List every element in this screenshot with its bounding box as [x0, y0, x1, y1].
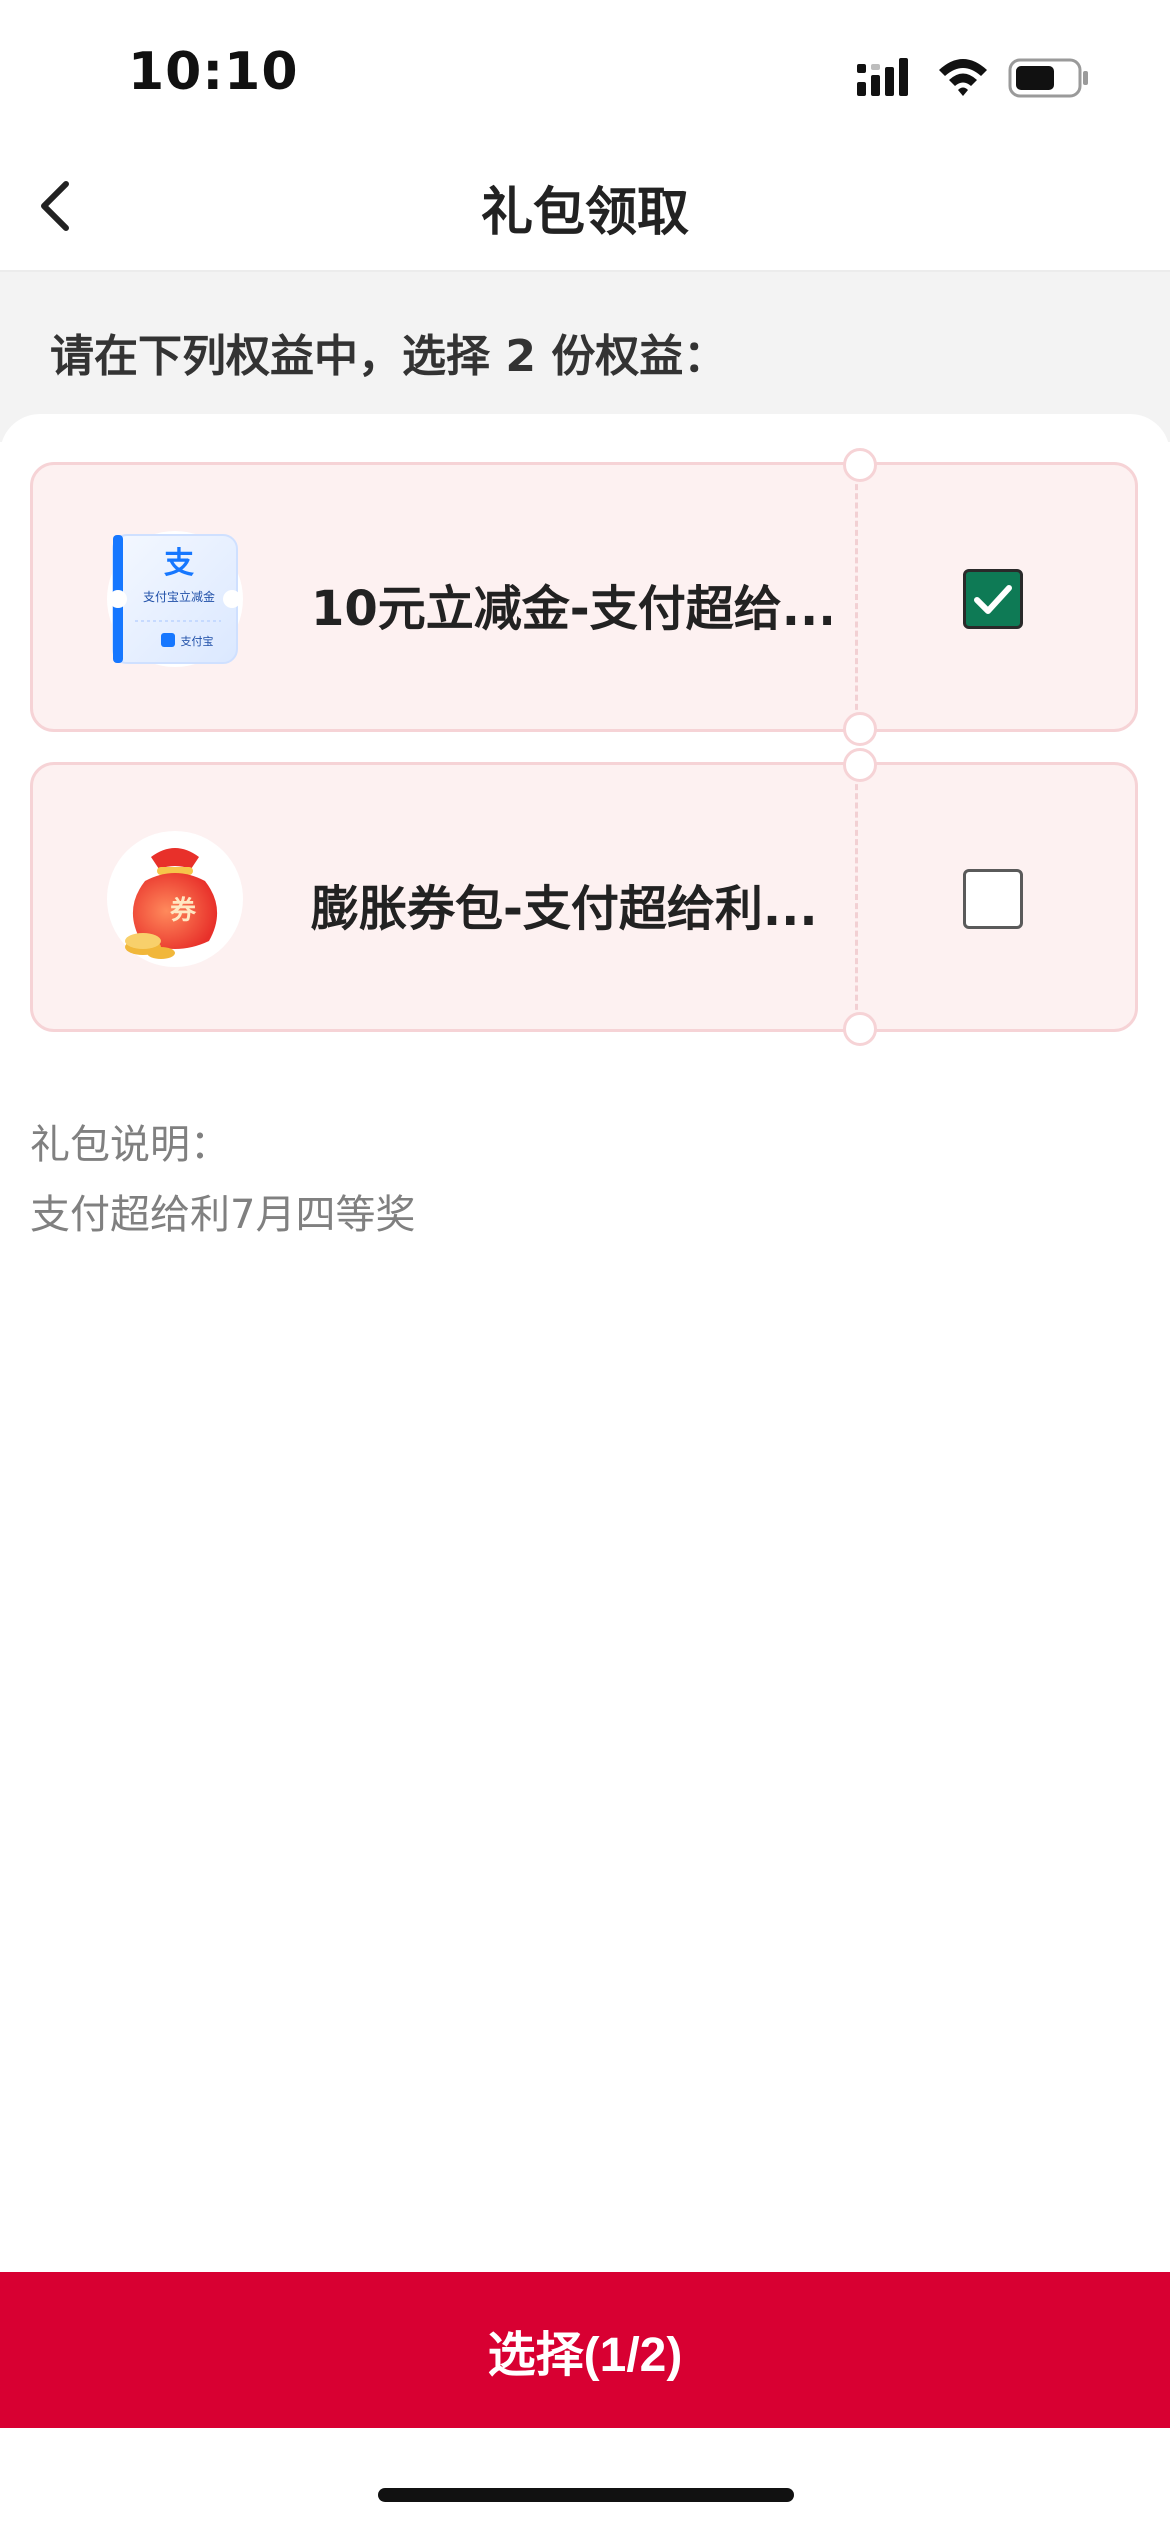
cellular-signal-icon: [857, 58, 908, 96]
card-notch: [843, 1012, 877, 1046]
card-divider: [855, 475, 858, 719]
home-indicator[interactable]: [378, 2488, 794, 2502]
status-bar: 10:10: [0, 0, 1170, 140]
voucher-icon-badge: 支付宝: [181, 634, 214, 648]
checkmark-icon: [974, 585, 1012, 614]
card-notch: [843, 448, 877, 482]
card-notch: [843, 712, 877, 746]
nav-bar: 礼包领取: [0, 140, 1170, 272]
coupon-icon-text: 券: [170, 896, 197, 926]
battery-icon: [1008, 58, 1088, 98]
voucher-icon-text: 支付宝立减金: [143, 589, 215, 604]
instruction-text: 请在下列权益中，选择 2 份权益：: [50, 331, 728, 382]
benefit-checkbox-checked[interactable]: [963, 569, 1023, 629]
wifi-icon: [939, 59, 987, 96]
benefit-card-alipay-voucher[interactable]: 支 支付宝立减金 支付宝 10元立减金-支付超给...: [30, 448, 1138, 746]
svg-text:支: 支: [164, 546, 194, 581]
alipay-discount-voucher-icon: 支 支付宝立减金 支付宝: [107, 531, 243, 667]
gift-description-text: 支付超给利7月四等奖: [30, 1192, 416, 1238]
card-notch: [843, 748, 877, 782]
gift-description-label: 礼包说明：: [30, 1122, 230, 1168]
card-divider: [855, 775, 858, 1019]
status-time: 10:10: [128, 42, 299, 102]
select-button[interactable]: 选择(1/2): [0, 2272, 1170, 2428]
benefit-name: 膨胀券包-支付超给利...: [311, 881, 818, 937]
benefit-card-coupon-pack[interactable]: 券 膨胀券包-支付超给利...: [30, 748, 1138, 1046]
benefit-checkbox-unchecked[interactable]: [963, 869, 1023, 929]
coupon-lucky-bag-icon: 券: [107, 831, 243, 967]
page-title: 礼包领取: [480, 183, 689, 243]
benefit-name: 10元立减金-支付超给...: [311, 581, 831, 637]
